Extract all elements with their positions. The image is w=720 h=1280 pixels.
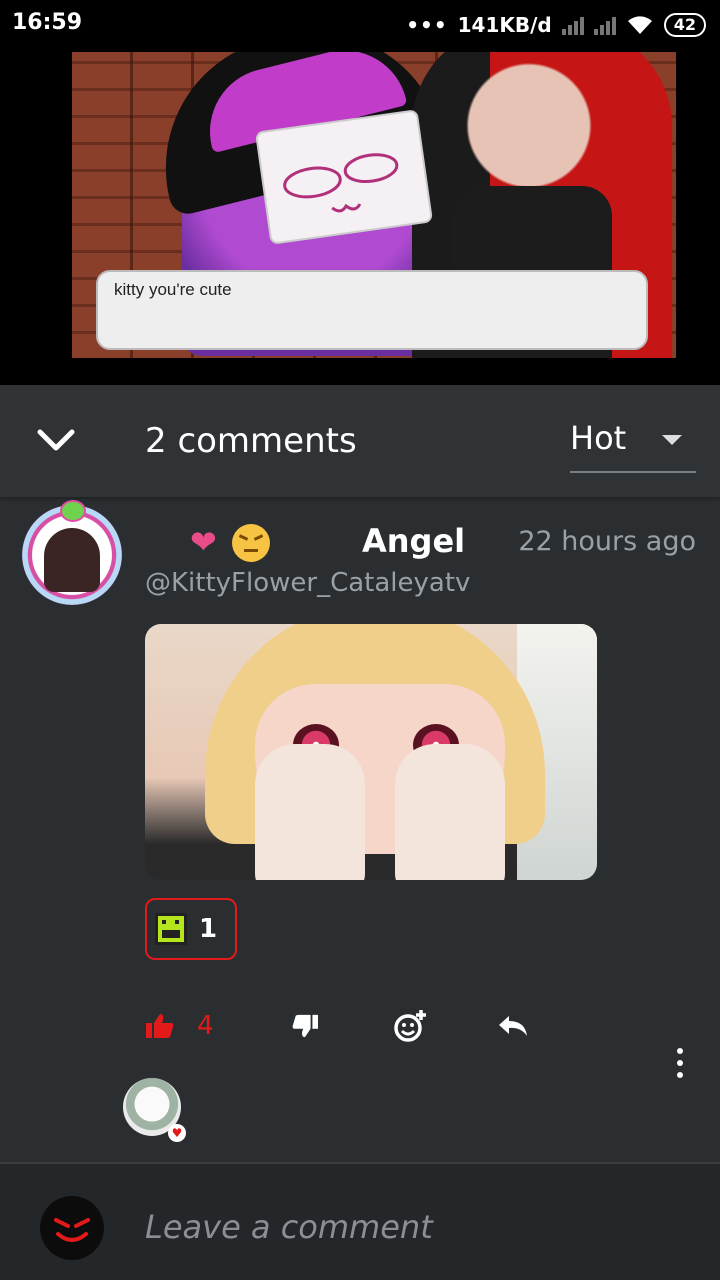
current-user-avatar[interactable] [40,1196,104,1260]
video-frame: kitty you're cute [72,26,676,358]
reaction-count: 1 [199,914,218,944]
heart-icon: ♥ [168,1124,186,1142]
avatar-frog-badge-icon [60,500,86,522]
collapse-comments-button[interactable] [30,419,82,463]
status-time: 16:59 [12,10,83,35]
sort-label: Hot [570,419,627,457]
add-reaction-button[interactable] [393,1002,429,1050]
network-speed: 141KB/d [457,13,552,37]
comment-author-handle[interactable]: @KittyFlower_Cataleyatv [145,568,470,598]
comment-author-name[interactable]: Angel [362,522,465,560]
thumbs-down-icon [292,1014,318,1038]
persevering-face-emoji-icon [232,524,270,562]
status-dots: ••• [406,13,448,37]
pixel-face-reaction-icon [155,913,187,945]
avatar-character [44,528,100,592]
like-button[interactable]: 4 [145,1002,214,1050]
more-options-icon[interactable] [666,1048,694,1078]
signal-off-icon [593,15,616,35]
video-player[interactable]: kitty you're cute [0,0,720,385]
heart-emoji-icon: ❤ [190,523,217,561]
caret-down-icon [662,435,682,445]
thumbs-up-icon [146,1014,174,1038]
comments-count: 2 comments [145,421,357,461]
chevron-down-icon [37,429,75,451]
comment-timestamp: 22 hours ago [518,526,696,557]
status-bar: 16:59 ••• 141KB/d 42 [0,0,720,52]
comment-author-row: ❤ Angel 22 hours ago [190,520,700,564]
dislike-button[interactable] [291,1002,319,1050]
leave-comment-input[interactable]: Leave a comment [145,1208,433,1246]
like-count: 4 [197,1011,214,1041]
sort-dropdown[interactable]: Hot [570,419,696,473]
video-character-mask [254,109,434,245]
reply-button[interactable] [497,1002,529,1050]
reply-icon [499,1016,527,1036]
wifi-icon [627,16,652,34]
signal-icon [561,15,584,35]
comment-composer: Leave a comment [0,1164,720,1280]
reaction-chip[interactable]: 1 [145,898,237,960]
battery-icon: 42 [663,13,706,37]
add-emoji-icon [394,1010,426,1042]
comment-actions: 4 [145,1002,545,1050]
comments-header: 2 comments Hot [0,385,720,497]
comment-image[interactable] [145,624,597,880]
video-dialog-box: kitty you're cute [96,270,648,350]
